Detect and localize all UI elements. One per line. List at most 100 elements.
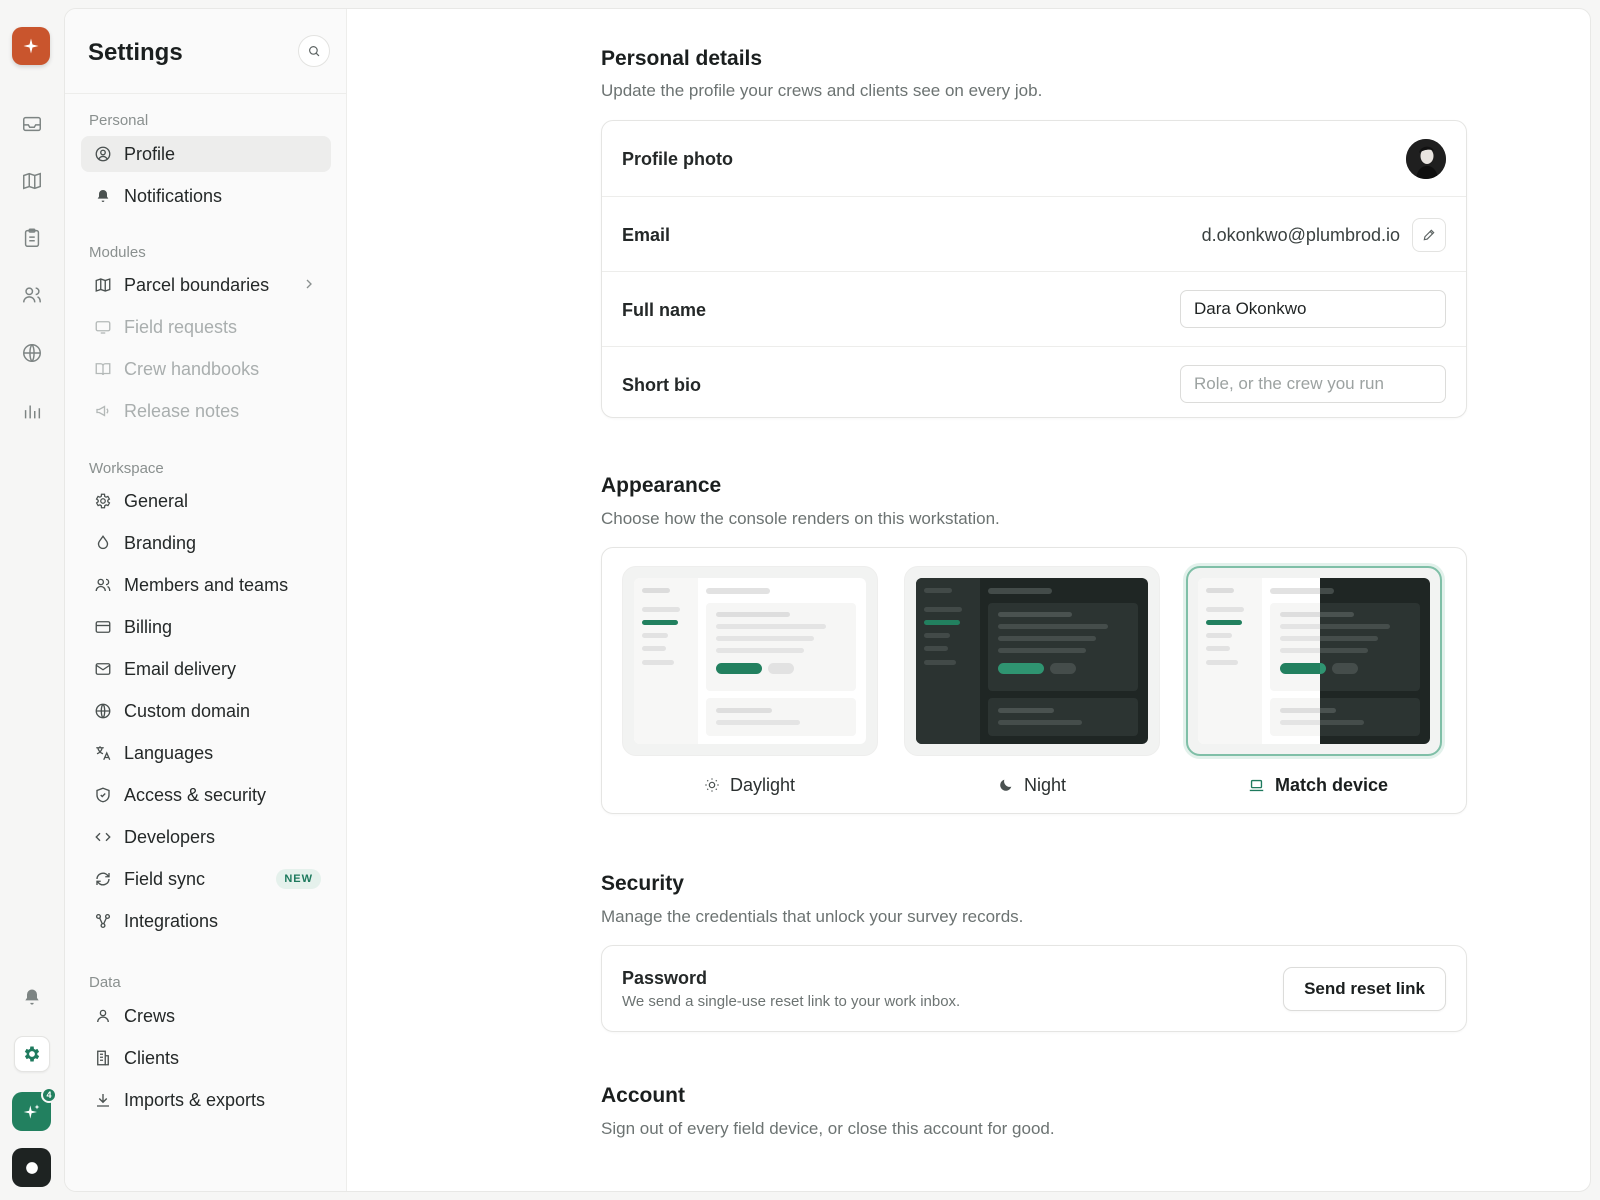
sidebar-item-languages[interactable]: Languages bbox=[81, 735, 331, 771]
map-icon[interactable] bbox=[14, 163, 50, 199]
sidebar-item-clients[interactable]: Clients bbox=[81, 1040, 331, 1076]
email-label: Email bbox=[622, 225, 671, 245]
theme-option-match-device[interactable] bbox=[1186, 566, 1442, 756]
moon-icon bbox=[998, 777, 1014, 793]
theme-label-match-device[interactable]: Match device bbox=[1248, 773, 1388, 797]
sidebar-item-label: Notifications bbox=[124, 185, 223, 206]
sidebar-item-label: Imports & exports bbox=[124, 1089, 266, 1110]
sidebar-item-billing[interactable]: Billing bbox=[81, 609, 331, 645]
section-desc-account: Sign out of every field device, or close… bbox=[601, 1119, 1055, 1138]
password-label: Password bbox=[622, 968, 708, 988]
bar-chart-icon[interactable] bbox=[14, 393, 50, 429]
sidebar-item-field-sync[interactable]: Field sync NEW bbox=[81, 861, 331, 897]
search-button[interactable] bbox=[298, 35, 330, 67]
sidebar-item-label: Custom domain bbox=[124, 700, 251, 721]
sidebar-item-members-and-teams[interactable]: Members and teams bbox=[81, 567, 331, 603]
new-badge: NEW bbox=[276, 869, 321, 889]
sidebar-item-release-notes: Release notes bbox=[81, 393, 331, 429]
sidebar-item-label: Email delivery bbox=[124, 658, 237, 679]
user-icon bbox=[93, 1006, 113, 1026]
globe-icon bbox=[93, 701, 113, 721]
sidebar-item-parcel-boundaries[interactable]: Parcel boundaries bbox=[81, 267, 331, 303]
email-value: d.okonkwo@plumbrod.io bbox=[1201, 225, 1400, 245]
group-label-personal: Personal bbox=[89, 112, 149, 129]
match-device-preview bbox=[1198, 578, 1430, 744]
full-name-label: Full name bbox=[622, 300, 707, 320]
sidebar-item-label: Integrations bbox=[124, 910, 219, 931]
sidebar-item-custom-domain[interactable]: Custom domain bbox=[81, 693, 331, 729]
full-name-input[interactable] bbox=[1180, 290, 1446, 328]
monitor-icon bbox=[93, 317, 113, 337]
personal-details-card: Profile photo Email d.okonkwo@plumbrod.i… bbox=[601, 120, 1467, 418]
sidebar-item-label: Parcel boundaries bbox=[124, 274, 270, 295]
send-reset-link-button[interactable]: Send reset link bbox=[1283, 967, 1446, 1011]
section-title-appearance: Appearance bbox=[601, 474, 722, 497]
sidebar-item-imports-exports[interactable]: Imports & exports bbox=[81, 1082, 331, 1118]
section-desc-appearance: Choose how the console renders on this w… bbox=[601, 509, 1000, 528]
night-preview bbox=[916, 578, 1148, 744]
short-bio-row: Short bio bbox=[602, 347, 1466, 419]
sidebar-item-branding[interactable]: Branding bbox=[81, 525, 331, 561]
megaphone-icon bbox=[93, 401, 113, 421]
theme-label-text: Match device bbox=[1275, 774, 1389, 795]
mail-icon bbox=[93, 659, 113, 679]
theme-label-daylight[interactable]: Daylight bbox=[704, 773, 795, 797]
profile-photo-row: Profile photo bbox=[602, 121, 1466, 197]
book-icon bbox=[93, 359, 113, 379]
daylight-preview bbox=[634, 578, 866, 744]
users-icon bbox=[93, 575, 113, 595]
assistant-count-badge: 4 bbox=[41, 1087, 57, 1103]
group-label-workspace: Workspace bbox=[89, 460, 164, 477]
settings-content: Personal details Update the profile your… bbox=[347, 9, 1590, 1191]
search-icon bbox=[307, 44, 321, 58]
code-icon bbox=[93, 827, 113, 847]
sparkle-icon[interactable] bbox=[12, 27, 50, 65]
sidebar-item-crews[interactable]: Crews bbox=[81, 998, 331, 1034]
sidebar-item-developers[interactable]: Developers bbox=[81, 819, 331, 855]
sidebar-item-email-delivery[interactable]: Email delivery bbox=[81, 651, 331, 687]
sidebar-item-label: Field requests bbox=[124, 316, 238, 337]
droplet-icon bbox=[93, 533, 113, 553]
bell-icon[interactable] bbox=[14, 979, 50, 1015]
sidebar-item-label: Branding bbox=[124, 532, 197, 553]
chevron-right-icon bbox=[301, 276, 317, 292]
app-rail: 4 bbox=[0, 0, 64, 1200]
edit-email-button[interactable] bbox=[1412, 218, 1446, 252]
theme-option-daylight[interactable] bbox=[622, 566, 878, 756]
users-icon[interactable] bbox=[14, 277, 50, 313]
sidebar-item-field-requests: Field requests bbox=[81, 309, 331, 345]
theme-option-night[interactable] bbox=[904, 566, 1160, 756]
sidebar-item-integrations[interactable]: Integrations bbox=[81, 903, 331, 939]
sidebar-item-label: Crews bbox=[124, 1005, 176, 1026]
integrations-icon bbox=[93, 911, 113, 931]
laptop-icon bbox=[1248, 777, 1265, 794]
sidebar-item-access-security[interactable]: Access & security bbox=[81, 777, 331, 813]
short-bio-input[interactable] bbox=[1180, 365, 1446, 403]
globe-icon[interactable] bbox=[14, 335, 50, 371]
section-desc-personal-details: Update the profile your crews and client… bbox=[601, 81, 1043, 100]
sidebar-item-label: Languages bbox=[124, 742, 214, 763]
theme-label-night[interactable]: Night bbox=[998, 773, 1066, 797]
sidebar-item-label: Developers bbox=[124, 826, 216, 847]
avatar[interactable] bbox=[1406, 139, 1446, 179]
user-avatar-icon[interactable] bbox=[12, 1148, 51, 1187]
sidebar-item-label: Profile bbox=[124, 143, 176, 164]
sidebar-item-profile[interactable]: Profile bbox=[81, 136, 331, 172]
profile-photo-label: Profile photo bbox=[622, 149, 733, 169]
bell-icon bbox=[93, 186, 113, 206]
section-title-personal-details: Personal details bbox=[601, 47, 763, 70]
sidebar-item-label: Access & security bbox=[124, 784, 267, 805]
translate-icon bbox=[93, 743, 113, 763]
theme-label-text: Night bbox=[1024, 774, 1067, 795]
sidebar-item-general[interactable]: General bbox=[81, 483, 331, 519]
sidebar-item-notifications[interactable]: Notifications bbox=[81, 178, 331, 214]
sidebar-item-label: Release notes bbox=[124, 400, 240, 421]
credit-card-icon bbox=[93, 617, 113, 637]
user-circle-icon bbox=[93, 144, 113, 164]
gear-icon[interactable] bbox=[14, 1036, 50, 1072]
clipboard-icon[interactable] bbox=[14, 220, 50, 256]
group-label-modules: Modules bbox=[89, 244, 146, 261]
download-icon bbox=[93, 1090, 113, 1110]
inbox-icon[interactable] bbox=[14, 106, 50, 142]
sidebar-item-crew-handbooks: Crew handbooks bbox=[81, 351, 331, 387]
